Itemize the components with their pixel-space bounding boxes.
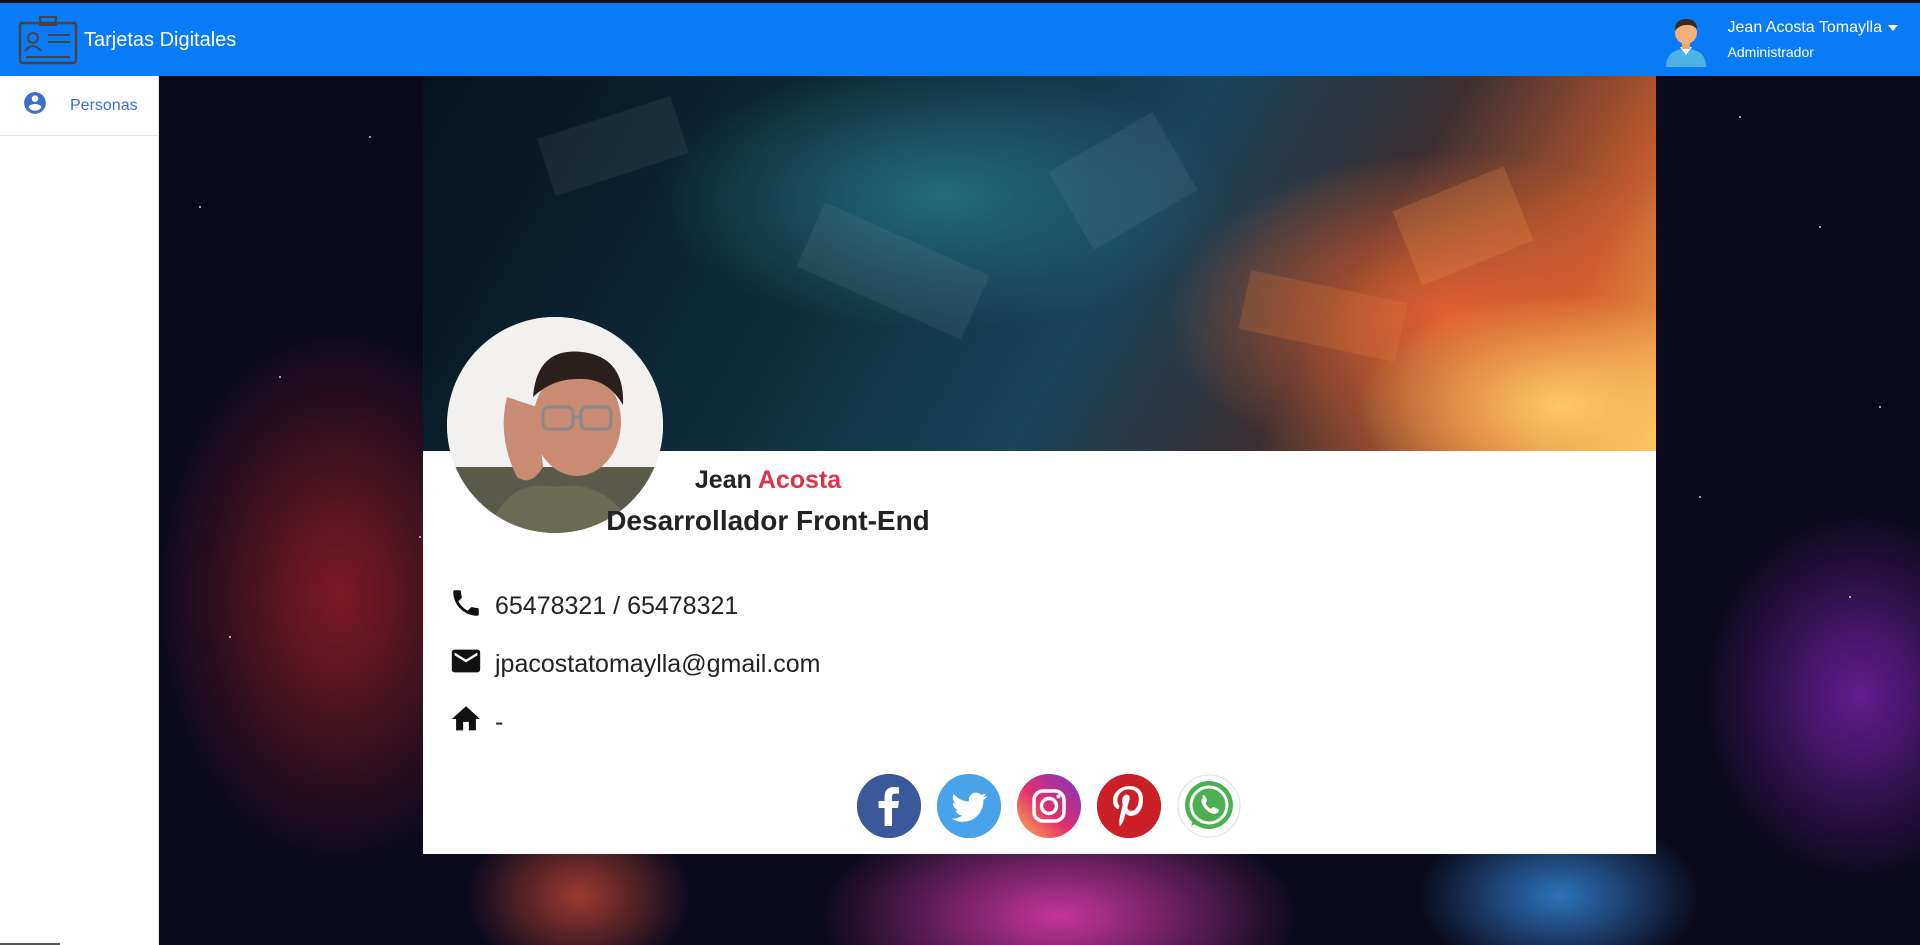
- social-links: [857, 774, 1257, 838]
- pinterest-icon[interactable]: [1097, 774, 1161, 838]
- sidebar-item-personas[interactable]: Personas: [0, 76, 158, 136]
- first-name: Jean: [694, 466, 752, 494]
- account-circle-icon: [22, 90, 48, 121]
- phone-row: 65478321 / 65478321: [449, 586, 738, 627]
- email-row: jpacostatomaylla@gmail.com: [449, 644, 821, 685]
- home-icon: [449, 702, 495, 743]
- user-menu[interactable]: Jean Acosta Tomaylla Administrador: [1658, 11, 1898, 67]
- top-navbar: Tarjetas Digitales Jean Acosta Tomaylla …: [0, 0, 1920, 76]
- app-title: Tarjetas Digitales: [84, 28, 237, 51]
- caret-down-icon: [1888, 25, 1898, 31]
- twitter-icon[interactable]: [937, 774, 1001, 838]
- last-name: Acosta: [757, 466, 842, 494]
- phone-icon: [449, 586, 495, 627]
- facebook-icon[interactable]: [857, 774, 921, 838]
- profile-photo: [447, 317, 663, 533]
- brand[interactable]: Tarjetas Digitales: [18, 13, 236, 67]
- email-icon: [449, 644, 495, 685]
- user-avatar-icon: [1658, 11, 1714, 67]
- sidebar: Personas: [0, 76, 159, 945]
- user-name: Jean Acosta Tomaylla: [1728, 18, 1898, 38]
- digital-card: Jean Acosta Desarrollador Front-End 65478…: [423, 76, 1656, 854]
- address-row: -: [449, 702, 503, 743]
- sidebar-item-label: Personas: [70, 96, 138, 114]
- address-value: -: [495, 708, 504, 736]
- user-role: Administrador: [1727, 44, 1814, 60]
- whatsapp-icon[interactable]: [1177, 774, 1241, 838]
- email-address[interactable]: jpacostatomaylla@gmail.com: [495, 650, 821, 679]
- instagram-icon[interactable]: [1017, 774, 1081, 838]
- id-card-icon: [18, 13, 78, 67]
- phone-number[interactable]: 65478321 / 65478321: [495, 592, 738, 621]
